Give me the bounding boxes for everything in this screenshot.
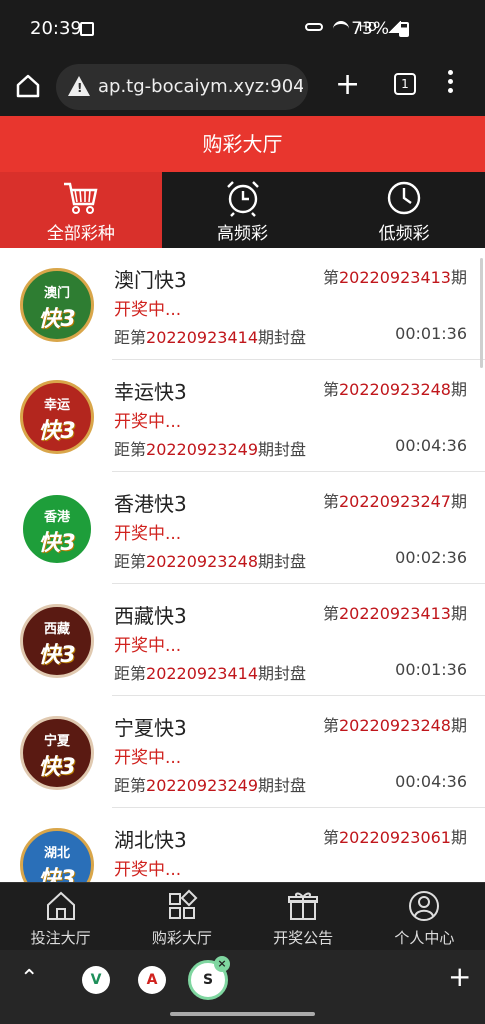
lottery-logo: 幸运 快3: [20, 380, 94, 454]
lottery-logo: 湖北 快3: [20, 828, 94, 882]
tab-switcher-button[interactable]: 1: [394, 73, 416, 95]
grid-icon: [168, 889, 198, 919]
lottery-logo: 澳门 快3: [20, 268, 94, 342]
close-info: 距第20220923414期封盘: [114, 328, 307, 347]
battery-icon: [399, 22, 409, 37]
tab-label: 高频彩: [217, 224, 268, 244]
wifi-icon: [332, 21, 349, 33]
nav-draw-results[interactable]: 开奖公告: [243, 883, 364, 951]
tab-high-frequency[interactable]: 高频彩: [162, 172, 324, 248]
logo-main: 快3: [38, 866, 76, 883]
tab-all-lotteries[interactable]: 全部彩种: [0, 172, 162, 248]
draw-status: 开奖中...: [114, 860, 182, 880]
lottery-logo: 宁夏 快3: [20, 716, 94, 790]
lottery-logo: 西藏 快3: [20, 604, 94, 678]
logo-main: 快3: [38, 418, 76, 444]
current-issue: 第20220923248期: [322, 716, 467, 735]
current-issue: 第20220923413期: [322, 604, 467, 623]
browser-toolbar: ! ap.tg-bocaiym.xyz:904 + 1: [0, 56, 485, 116]
logo-region: 香港: [43, 509, 70, 525]
logo-region: 幸运: [43, 397, 70, 413]
address-bar[interactable]: ! ap.tg-bocaiym.xyz:904: [56, 64, 308, 110]
app-v-icon[interactable]: V: [82, 966, 110, 994]
logo-main: 快3: [38, 642, 76, 668]
current-issue: 第20220923061期: [322, 828, 467, 847]
countdown-timer: 00:04:36: [395, 772, 467, 791]
current-issue: 第20220923413期: [322, 268, 467, 287]
scrollbar[interactable]: [480, 258, 483, 368]
list-item[interactable]: 宁夏 快3 宁夏快3 第20220923248期 开奖中... 距第202209…: [0, 696, 485, 808]
countdown-timer: 00:04:36: [395, 436, 467, 455]
logo-region: 宁夏: [43, 733, 70, 749]
clock-icon: [387, 181, 421, 215]
url-text[interactable]: ap.tg-bocaiym.xyz:904: [98, 76, 303, 97]
logo-main: 快3: [38, 754, 76, 780]
battery-percent: 73%: [351, 19, 389, 39]
nav-label: 个人中心: [394, 929, 455, 947]
lottery-name: 宁夏快3: [114, 716, 187, 740]
nav-betting-hall[interactable]: 投注大厅: [0, 883, 121, 951]
lottery-name: 香港快3: [114, 492, 187, 516]
lottery-name: 澳门快3: [114, 268, 187, 292]
current-issue: 第20220923248期: [322, 380, 467, 399]
list-item[interactable]: 湖北 快3 湖北快3 第20220923061期 开奖中...: [0, 808, 485, 882]
lottery-logo: 香港 快3: [20, 492, 94, 566]
clock-time: 20:39: [30, 18, 82, 39]
close-badge-icon[interactable]: ×: [214, 956, 230, 972]
current-issue: 第20220923247期: [322, 492, 467, 511]
alarm-clock-icon: [226, 181, 259, 217]
draw-status: 开奖中...: [114, 748, 182, 768]
bottom-navigation: 投注大厅 购彩大厅 开奖公告 个人中心: [0, 882, 485, 950]
home-icon[interactable]: [14, 72, 42, 100]
list-item[interactable]: 澳门 快3 澳门快3 第20220923413期 开奖中... 距第202209…: [0, 248, 485, 360]
nav-lottery-hall[interactable]: 购彩大厅: [121, 883, 242, 951]
chevron-up-icon[interactable]: ⌃: [20, 966, 38, 991]
nav-profile[interactable]: 个人中心: [364, 883, 485, 951]
countdown-timer: 00:02:36: [395, 548, 467, 567]
cart-icon: [63, 182, 98, 214]
nav-label: 购彩大厅: [151, 929, 212, 947]
tab-label: 低频彩: [378, 224, 430, 244]
nav-label: 投注大厅: [30, 929, 91, 947]
close-info: 距第20220923248期封盘: [114, 552, 307, 571]
image-notification-icon: [80, 22, 94, 36]
nav-label: 开奖公告: [273, 929, 334, 947]
list-item[interactable]: 香港 快3 香港快3 第20220923247期 开奖中... 距第202209…: [0, 472, 485, 584]
list-item[interactable]: 幸运 快3 幸运快3 第20220923248期 开奖中... 距第202209…: [0, 360, 485, 472]
tab-low-frequency[interactable]: 低频彩: [323, 172, 485, 248]
new-tab-button[interactable]: +: [335, 70, 360, 100]
lottery-name: 幸运快3: [114, 380, 187, 404]
home-icon: [46, 891, 75, 920]
status-bar: 20:39 HD 73%: [0, 0, 485, 56]
more-menu-icon[interactable]: [448, 70, 454, 100]
countdown-timer: 00:01:36: [395, 324, 467, 343]
draw-status: 开奖中...: [114, 636, 182, 656]
lottery-name: 西藏快3: [114, 604, 187, 628]
home-indicator[interactable]: [170, 1012, 315, 1016]
draw-status: 开奖中...: [114, 524, 182, 544]
close-info: 距第20220923249期封盘: [114, 440, 307, 459]
close-info: 距第20220923414期封盘: [114, 664, 307, 683]
list-item[interactable]: 西藏 快3 西藏快3 第20220923413期 开奖中... 距第202209…: [0, 584, 485, 696]
countdown-timer: 00:01:36: [395, 660, 467, 679]
draw-status: 开奖中...: [114, 412, 182, 432]
close-info: 距第20220923249期封盘: [114, 776, 307, 795]
draw-status: 开奖中...: [114, 300, 182, 320]
logo-region: 湖北: [43, 845, 70, 861]
app-a-icon[interactable]: A: [138, 966, 166, 994]
lottery-list: 澳门 快3 澳门快3 第20220923413期 开奖中... 距第202209…: [0, 248, 485, 882]
gift-icon: [288, 892, 319, 920]
logo-region: 西藏: [43, 621, 70, 637]
logo-region: 澳门: [43, 285, 70, 301]
logo-main: 快3: [38, 530, 76, 556]
user-icon: [409, 891, 440, 921]
category-tabs: 全部彩种 高频彩 低频彩: [0, 172, 485, 248]
logo-main: 快3: [38, 306, 76, 332]
vpn-key-icon: [304, 23, 323, 31]
page-title: 购彩大厅: [0, 116, 485, 172]
lottery-name: 湖北快3: [114, 828, 187, 852]
tab-label: 全部彩种: [46, 224, 115, 244]
add-app-button[interactable]: +: [448, 960, 471, 993]
system-taskbar: ⌃ V A S × +: [0, 950, 485, 1024]
